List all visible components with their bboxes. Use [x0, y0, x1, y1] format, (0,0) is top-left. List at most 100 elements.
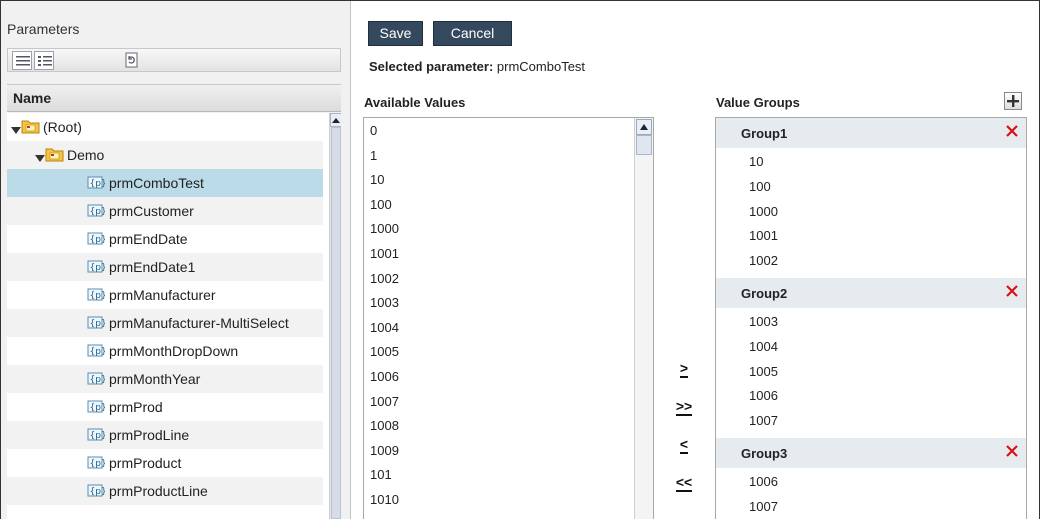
scroll-thumb[interactable]	[636, 135, 652, 155]
group-name: Group2	[741, 286, 788, 301]
available-value-item[interactable]: 1001	[370, 246, 399, 261]
svg-text:{p}: {p}	[90, 403, 106, 413]
tree-node[interactable]: {p} prmCustomer	[7, 197, 323, 225]
available-value-item[interactable]: 1003	[370, 295, 399, 310]
available-value-item[interactable]: 1000	[370, 221, 399, 236]
expand-triangle-icon[interactable]	[35, 150, 45, 166]
group-value-item[interactable]: 1000	[749, 204, 778, 219]
tree-node[interactable]: (Root)	[7, 113, 323, 141]
add-group-button[interactable]	[1004, 92, 1022, 110]
remove-value-button[interactable]: <	[673, 434, 695, 456]
svg-text:{p}: {p}	[90, 179, 106, 189]
group-value-item[interactable]: 1007	[749, 413, 778, 428]
delete-group-icon[interactable]	[1006, 445, 1018, 461]
available-value-item[interactable]: 0	[370, 123, 377, 138]
expand-triangle-icon[interactable]	[11, 122, 21, 138]
tree-scrollbar[interactable]	[329, 113, 341, 519]
group-value-item[interactable]: 1006	[749, 474, 778, 489]
parameter-icon: {p}	[85, 202, 107, 223]
cancel-button[interactable]: Cancel	[433, 21, 512, 46]
detail-view-icon	[38, 56, 52, 66]
parameter-icon: {p}	[85, 370, 107, 391]
tree-node[interactable]: {p} prmProductLine	[7, 477, 323, 505]
selected-parameter: Selected parameter: prmComboTest	[369, 59, 585, 74]
available-value-item[interactable]: 1008	[370, 418, 399, 433]
available-value-item[interactable]: 1	[370, 148, 377, 163]
available-value-item[interactable]: 100	[370, 197, 392, 212]
selected-parameter-value: prmComboTest	[496, 59, 586, 74]
svg-text:{p}: {p}	[90, 431, 106, 441]
group-value-item[interactable]: 1003	[749, 314, 778, 329]
tree-node[interactable]: {p} prmProduct	[7, 449, 323, 477]
group-value-item[interactable]: 1006	[749, 388, 778, 403]
scroll-up-arrow[interactable]	[330, 113, 341, 127]
available-value-item[interactable]: 1004	[370, 320, 399, 335]
value-groups-list[interactable]: Group1 10 100 1000 1001 1002 Group2 1003 1004 100…	[715, 117, 1027, 519]
available-value-item[interactable]: 1007	[370, 394, 399, 409]
parameter-icon: {p}	[85, 230, 107, 251]
tree-node-label: prmProductLine	[109, 483, 208, 499]
scroll-up-arrow[interactable]	[636, 119, 652, 135]
group-value-item[interactable]: 100	[749, 179, 771, 194]
tree-node[interactable]: {p} prmComboTest	[7, 169, 323, 197]
parameter-icon: {p}	[85, 398, 107, 419]
available-values-list[interactable]: 0 1 10 100 1000 1001 1002 1003 1004 1005 1006 1007 1…	[363, 117, 654, 519]
available-value-item[interactable]: 101	[370, 467, 392, 482]
svg-text:{p}: {p}	[90, 487, 106, 497]
svg-text:{p}: {p}	[90, 319, 106, 329]
tree-node-label: prmEndDate1	[109, 259, 196, 275]
group-header[interactable]: Group3	[716, 438, 1026, 468]
folder-icon	[45, 146, 65, 165]
group-value-item[interactable]: 10	[749, 154, 763, 169]
tree-node[interactable]: {p} prmMonthYear	[7, 365, 323, 393]
name-column-header[interactable]: Name	[7, 84, 341, 112]
remove-all-values-button[interactable]: <<	[673, 472, 695, 494]
list-view-button[interactable]	[12, 51, 32, 70]
group-header[interactable]: Group1	[716, 118, 1026, 148]
available-value-item[interactable]: 1005	[370, 344, 399, 359]
add-value-label: >	[679, 360, 689, 378]
available-value-item[interactable]: 1002	[370, 271, 399, 286]
parameter-icon: {p}	[85, 342, 107, 363]
add-value-button[interactable]: >	[673, 358, 695, 380]
svg-text:{p}: {p}	[90, 347, 106, 357]
group-value-item[interactable]: 1007	[749, 499, 778, 514]
tree-node[interactable]: {p} prmManufacturer	[7, 281, 323, 309]
svg-text:{p}: {p}	[90, 291, 106, 301]
delete-group-icon[interactable]	[1006, 285, 1018, 301]
svg-text:{p}: {p}	[90, 375, 106, 385]
tree-node-label: Demo	[67, 147, 105, 163]
tree-node-label: prmProduct	[109, 455, 182, 471]
refresh-button[interactable]	[123, 51, 141, 70]
available-values-scrollbar[interactable]	[634, 118, 653, 519]
tree-node[interactable]: {p} prmEndDate	[7, 225, 323, 253]
svg-text:{p}: {p}	[90, 235, 106, 245]
available-value-item[interactable]: 1006	[370, 369, 399, 384]
delete-group-icon[interactable]	[1006, 125, 1018, 141]
group-value-item[interactable]: 1002	[749, 253, 778, 268]
tree-node[interactable]: {p} prmManufacturer-MultiSelect	[7, 309, 323, 337]
group-value-item[interactable]: 1005	[749, 364, 778, 379]
tree-node[interactable]: Demo	[7, 141, 323, 169]
available-value-item[interactable]: 1009	[370, 443, 399, 458]
group-value-item[interactable]: 1001	[749, 228, 778, 243]
parameter-icon: {p}	[85, 258, 107, 279]
detail-view-button[interactable]	[34, 51, 54, 70]
group-header[interactable]: Group2	[716, 278, 1026, 308]
group-value-item[interactable]: 1004	[749, 339, 778, 354]
tree-node[interactable]: {p} prmProd	[7, 393, 323, 421]
available-value-item[interactable]: 1010	[370, 492, 399, 507]
add-all-values-button[interactable]: >>	[673, 396, 695, 418]
tree-toolbar	[7, 48, 341, 72]
tree-node[interactable]: {p} prmEndDate1	[7, 253, 323, 281]
tree-node-label: prmComboTest	[109, 175, 204, 191]
svg-text:{p}: {p}	[90, 459, 106, 469]
tree-node-label: (Root)	[43, 119, 82, 135]
available-value-item[interactable]: 10	[370, 172, 384, 187]
tree-node-label: prmManufacturer-MultiSelect	[109, 315, 289, 331]
save-button[interactable]: Save	[368, 21, 423, 46]
scroll-thumb[interactable]	[331, 127, 341, 519]
remove-all-label: <<	[675, 474, 693, 492]
tree-node[interactable]: {p} prmProdLine	[7, 421, 323, 449]
tree-node[interactable]: {p} prmMonthDropDown	[7, 337, 323, 365]
